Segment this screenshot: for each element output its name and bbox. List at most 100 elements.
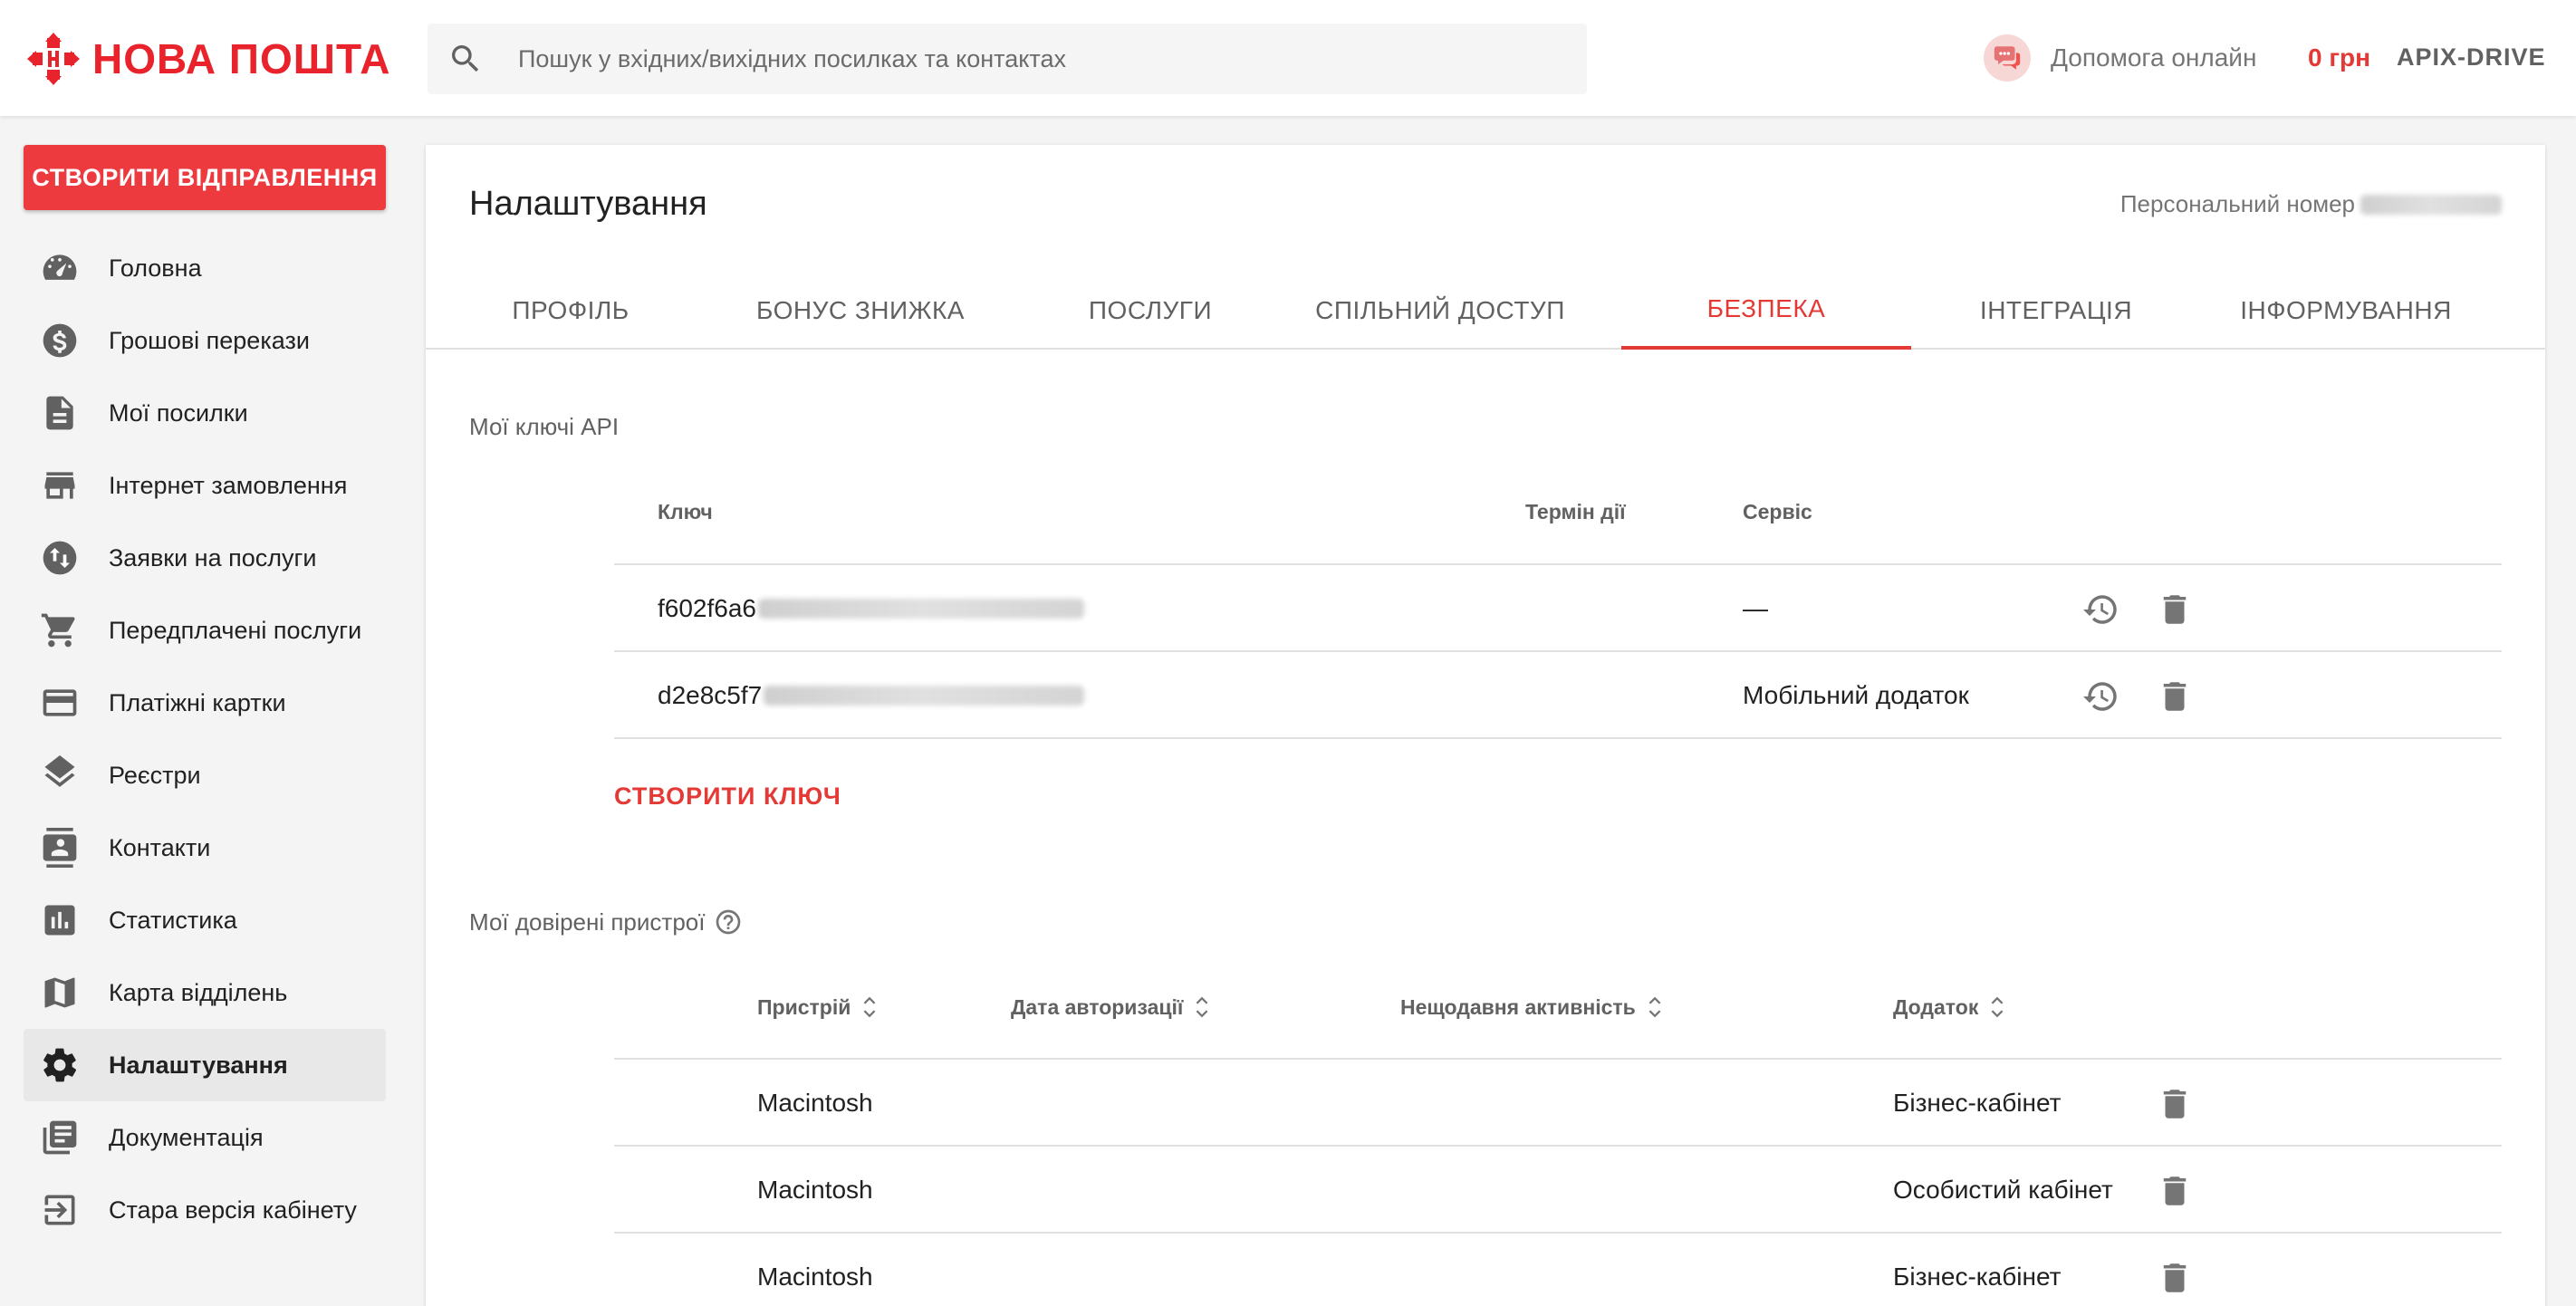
renew-key-button[interactable] [2080,674,2125,719]
cart-icon [24,594,96,667]
sidebar-item-label: Карта відділень [109,978,288,1006]
gear-icon [24,1029,96,1101]
api-key-value: d2e8c5f7 [658,681,1085,710]
tab-integration[interactable]: ІНТЕГРАЦІЯ [1911,272,2201,350]
chart-icon [24,884,96,956]
sidebar-item-label: Передплачені послуги [109,616,362,644]
nova-poshta-logo[interactable]: НОВА ПОШТА [27,33,390,85]
logo-text: НОВА ПОШТА [92,35,391,82]
sidebar-item-label: Заявки на послуги [109,543,317,571]
sidebar-item-label: Інтернет замовлення [109,471,348,499]
delete-key-button[interactable] [2152,587,2197,632]
device-name: Macintosh [757,1176,873,1204]
trusted-devices-title: Мої довірені пристрої [469,907,743,936]
trash-icon [2163,1176,2187,1205]
trash-icon [2163,1090,2187,1119]
sort-icon [863,996,876,1018]
sort-icon [1196,996,1208,1018]
delete-device-button[interactable] [2152,1168,2197,1214]
help-label: Допомога онлайн [2051,43,2257,72]
column-auth-date-label: Дата авторизації [1011,994,1184,1019]
column-device[interactable]: Пристрій [757,994,878,1020]
tab-notifications[interactable]: ІНФОРМУВАННЯ [2201,272,2491,350]
search-icon[interactable] [447,41,484,77]
sidebar-item-contacts[interactable]: Контакти [24,811,386,884]
renew-key-button[interactable] [2080,587,2125,632]
column-recent-activity[interactable]: Нещодавня активність [1400,994,1663,1020]
column-app[interactable]: Додаток [1893,994,2005,1020]
column-service: Сервіс [1743,500,1812,523]
sort-icon [1991,996,2004,1018]
sidebar-item-payment-cards[interactable]: Платіжні картки [24,667,386,739]
chat-icon [1984,34,2031,82]
sidebar-item-home[interactable]: Головна [24,232,386,304]
tab-services[interactable]: ПОСЛУГИ [1005,272,1295,350]
sidebar-item-label: Платіжні картки [109,688,286,716]
personal-number-label: Персональний номер [2119,190,2355,217]
settings-tabs: ПРОФІЛЬ БОНУС ЗНИЖКА ПОСЛУГИ СПІЛЬНИЙ ДО… [426,272,2545,350]
api-key-service: Мобільний додаток [1743,681,1969,709]
divider [614,1232,2502,1234]
create-key-button[interactable]: СТВОРИТИ КЛЮЧ [614,783,841,811]
document-icon [24,377,96,449]
create-shipment-button[interactable]: СТВОРИТИ ВІДПРАВЛЕННЯ [24,145,386,210]
sidebar-item-label: Контакти [109,833,211,861]
top-header: НОВА ПОШТА Допомога онлайн 0 грн APIX-DR… [0,0,2576,116]
api-key-prefix: d2e8c5f7 [658,681,763,709]
sidebar-item-label: Головна [109,254,202,282]
delete-device-button[interactable] [2152,1081,2197,1127]
divider [614,1145,2502,1147]
history-icon [2083,682,2117,711]
device-name: Macintosh [757,1089,873,1117]
library-icon [24,1101,96,1174]
device-app: Бізнес-кабінет [1893,1263,2062,1291]
device-app: Особистий кабінет [1893,1176,2113,1204]
column-auth-date[interactable]: Дата авторизації [1011,994,1210,1020]
sidebar-item-internet-orders[interactable]: Інтернет замовлення [24,449,386,522]
device-name: Macintosh [757,1263,873,1291]
search-input[interactable] [518,24,1569,94]
personal-number: Персональний номер [2120,190,2502,218]
sidebar-item-money-transfers[interactable]: Грошові перекази [24,304,386,377]
sidebar-item-my-parcels[interactable]: Мої посилки [24,377,386,449]
sidebar-item-label: Документація [109,1123,264,1151]
credit-card-icon [24,667,96,739]
divider [614,1058,2502,1060]
column-device-label: Пристрій [757,994,851,1019]
delete-key-button[interactable] [2152,674,2197,719]
sidebar-item-branch-map[interactable]: Карта відділень [24,956,386,1029]
delete-device-button[interactable] [2152,1255,2197,1301]
layers-icon [24,739,96,811]
store-icon [24,449,96,522]
divider [614,650,2502,652]
sidebar-item-service-requests[interactable]: Заявки на послуги [24,522,386,594]
help-circle-icon[interactable] [714,907,743,936]
sidebar-item-label: Налаштування [109,1051,288,1079]
help-online-button[interactable]: Допомога онлайн [1984,34,2256,82]
settings-card: Налаштування Персональний номер ПРОФІЛЬ … [426,145,2545,1306]
sidebar-item-label: Статистика [109,906,237,934]
sidebar-item-old-version[interactable]: Стара версія кабінету [24,1174,386,1246]
tab-security[interactable]: БЕЗПЕКА [1621,272,1911,350]
sidebar-item-label: Реєстри [109,761,201,789]
tab-shared-access[interactable]: СПІЛЬНИЙ ДОСТУП [1295,272,1585,350]
sidebar-item-settings[interactable]: Налаштування [24,1029,386,1101]
sidebar-item-statistics[interactable]: Статистика [24,884,386,956]
divider [614,737,2502,739]
page-title: Налаштування [469,185,707,223]
sidebar-item-prepaid-services[interactable]: Передплачені послуги [24,594,386,667]
trash-icon [2163,682,2187,711]
contacts-icon [24,811,96,884]
balance[interactable]: 0 грн [2308,43,2370,72]
api-keys-title: Мої ключі API [469,413,620,440]
column-key: Ключ [658,500,713,523]
sidebar-item-documentation[interactable]: Документація [24,1101,386,1174]
sidebar-item-registers[interactable]: Реєстри [24,739,386,811]
personal-number-value-blurred [2360,194,2502,215]
tab-profile[interactable]: ПРОФІЛЬ [426,272,716,350]
account-name[interactable]: APIX-DRIVE [2397,43,2546,72]
tab-bonus-discount[interactable]: БОНУС ЗНИЖКА [716,272,1005,350]
column-app-label: Додаток [1893,994,1979,1019]
sidebar-item-label: Стара версія кабінету [109,1196,357,1224]
api-key-blurred-part [764,686,1085,706]
